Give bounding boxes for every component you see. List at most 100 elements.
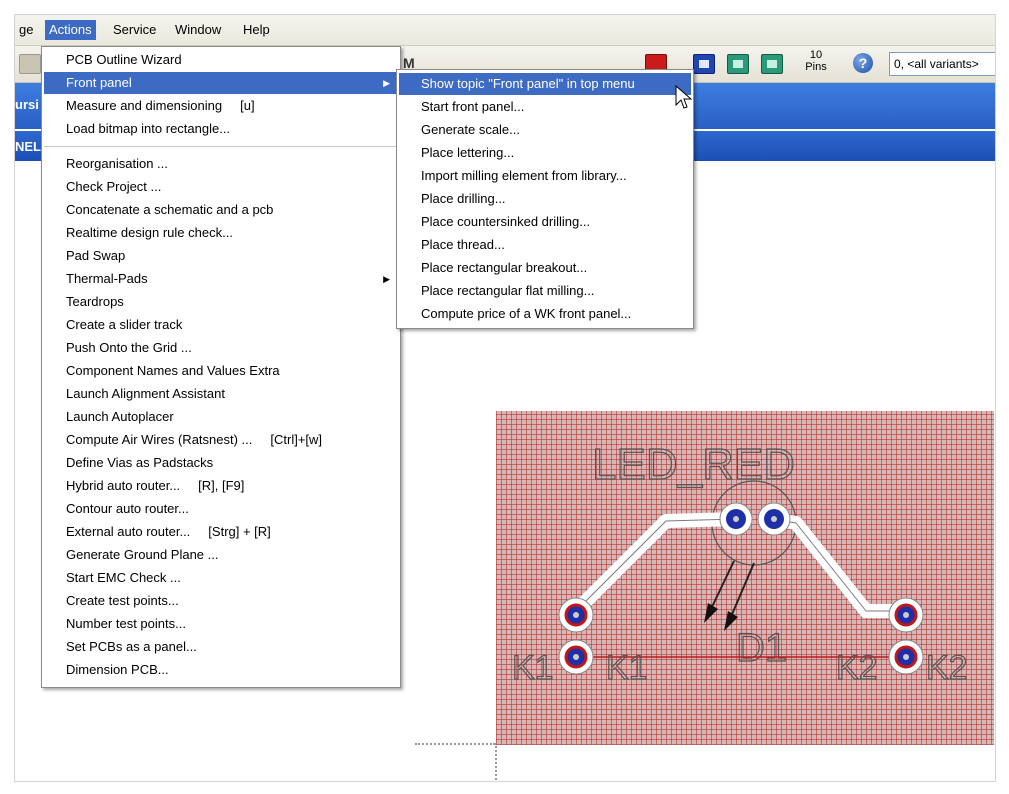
front-panel-menu-item[interactable]: Start front panel... — [399, 96, 691, 118]
blue-layer-icon[interactable] — [693, 54, 715, 74]
right-silk-label-2: K2 — [926, 649, 968, 687]
actions-menu-item[interactable]: Reorganisation ... — [44, 153, 398, 175]
actions-menu-item[interactable]: Define Vias as Padstacks — [44, 452, 398, 474]
menu-item-label: Concatenate a schematic and a pcb — [66, 202, 274, 217]
menu-item-label: Launch Alignment Assistant — [66, 386, 225, 401]
menu-item-label: Component Names and Values Extra — [66, 363, 280, 378]
actions-menu-item[interactable]: Launch Alignment Assistant — [44, 383, 398, 405]
menu-item-shortcut: [u] — [240, 98, 255, 113]
menu-item-label: Front panel — [66, 75, 132, 90]
actions-menu: PCB Outline Wizard Front panel ▶ Measure an… — [41, 46, 401, 688]
pcb-board[interactable]: LED_RED D1 K1 K1 K2 K2 — [496, 411, 994, 745]
menu-ge[interactable]: ge — [15, 20, 37, 40]
menu-item-label: Hybrid auto router... — [66, 478, 181, 493]
menu-item-shortcut: [Strg] + [R] — [208, 524, 271, 539]
actions-menu-item[interactable]: Contour auto router... — [44, 498, 398, 520]
pad-left-2[interactable] — [558, 639, 594, 675]
component-value-label: LED_RED — [592, 440, 795, 489]
actions-menu-item[interactable]: Front panel ▶ — [44, 72, 398, 94]
actions-menu-item[interactable]: Create test points... — [44, 590, 398, 612]
actions-menu-item[interactable]: Component Names and Values Extra — [44, 360, 398, 382]
front-panel-submenu: Show topic "Front panel" in top menu Star… — [396, 69, 694, 329]
front-panel-menu-item[interactable]: Place rectangular flat milling... — [399, 280, 691, 302]
actions-menu-item[interactable]: Launch Autoplacer — [44, 406, 398, 428]
actions-menu-item[interactable]: Start EMC Check ... — [44, 567, 398, 589]
menu-item-shortcut: [Ctrl]+[w] — [270, 432, 323, 447]
menu-window[interactable]: Window — [171, 20, 225, 40]
front-panel-menu-item[interactable]: Import milling element from library... — [399, 165, 691, 187]
menu-item-label: Measure and dimensioning — [66, 98, 223, 113]
green-layer-icon-2[interactable] — [761, 54, 783, 74]
pad-led-1[interactable] — [719, 502, 753, 536]
menu-actions[interactable]: Actions — [45, 20, 96, 40]
pins-label: Pins — [805, 61, 827, 73]
actions-menu-item[interactable]: Create a slider track — [44, 314, 398, 336]
actions-menu-item[interactable]: Concatenate a schematic and a pcb — [44, 199, 398, 221]
actions-menu-item[interactable]: Measure and dimensioning [u] — [44, 95, 398, 117]
pad-led-2[interactable] — [757, 502, 791, 536]
menu-item-label: Contour auto router... — [66, 501, 189, 516]
menu-separator — [44, 146, 398, 147]
menu-item-label: Generate Ground Plane ... — [66, 547, 219, 562]
title-bar-text: ursi — [15, 97, 39, 112]
menu-item-label: Realtime design rule check... — [66, 225, 233, 240]
front-panel-menu-item[interactable]: Compute price of a WK front panel... — [399, 303, 691, 325]
toolbar-icon-left[interactable] — [19, 54, 41, 74]
actions-menu-item[interactable]: Thermal-Pads ▶ — [44, 268, 398, 290]
front-panel-menu-item[interactable]: Place drilling... — [399, 188, 691, 210]
actions-menu-item[interactable]: Check Project ... — [44, 176, 398, 198]
menu-bar: ge Actions Service Window Help — [15, 15, 995, 46]
menu-item-label: Set PCBs as a panel... — [66, 639, 197, 654]
origin-line-horizontal — [415, 743, 495, 745]
pad-left-1[interactable] — [558, 597, 594, 633]
front-panel-menu-item[interactable]: Show topic "Front panel" in top menu — [399, 73, 691, 95]
front-panel-menu-item[interactable]: Generate scale... — [399, 119, 691, 141]
front-panel-menu-item[interactable]: Place countersinked drilling... — [399, 211, 691, 233]
actions-menu-item[interactable]: Set PCBs as a panel... — [44, 636, 398, 658]
menu-help[interactable]: Help — [239, 20, 274, 40]
menu-item-label: External auto router... — [66, 524, 191, 539]
menu-item-label: Start EMC Check ... — [66, 570, 181, 585]
track-right[interactable] — [770, 512, 906, 618]
menu-item-label: Thermal-Pads — [66, 271, 148, 286]
right-silk-label-1: K2 — [836, 649, 878, 687]
menu-item-label: Create a slider track — [66, 317, 183, 332]
menu-item-label: Teardrops — [66, 294, 124, 309]
front-panel-menu-item[interactable]: Place thread... — [399, 234, 691, 256]
actions-menu-item[interactable]: Pad Swap — [44, 245, 398, 267]
front-panel-menu-item[interactable]: Place rectangular breakout... — [399, 257, 691, 279]
pad-right-1[interactable] — [888, 597, 924, 633]
menu-item-label: Launch Autoplacer — [66, 409, 174, 424]
front-panel-menu-item[interactable]: Place lettering... — [399, 142, 691, 164]
actions-menu-item[interactable]: Load bitmap into rectangle... — [44, 118, 398, 140]
track-left[interactable] — [571, 512, 737, 616]
actions-menu-item[interactable]: Realtime design rule check... — [44, 222, 398, 244]
actions-menu-item[interactable]: Push Onto the Grid ... — [44, 337, 398, 359]
menu-item-label: Reorganisation ... — [66, 156, 168, 171]
menu-item-label: Pad Swap — [66, 248, 126, 263]
variant-select[interactable]: 0, <all variants> — [889, 52, 995, 76]
green-layer-icon-1[interactable] — [727, 54, 749, 74]
menu-item-label: Number test points... — [66, 616, 186, 631]
menu-item-label: Create test points... — [66, 593, 179, 608]
menu-item-label: Check Project ... — [66, 179, 162, 194]
help-icon[interactable]: ? — [853, 53, 873, 73]
pins-count: 10 — [809, 49, 823, 61]
submenu-arrow-icon: ▶ — [383, 274, 390, 284]
menu-service[interactable]: Service — [109, 20, 160, 40]
actions-menu-item[interactable]: Hybrid auto router... [R], [F9] — [44, 475, 398, 497]
actions-menu-item[interactable]: Compute Air Wires (Ratsnest) ... [Ctrl]+[… — [44, 429, 398, 451]
origin-line-vertical — [495, 743, 497, 781]
actions-menu-item[interactable]: PCB Outline Wizard — [44, 49, 398, 71]
actions-menu-item[interactable]: Teardrops — [44, 291, 398, 313]
led-arrow-2 — [729, 562, 755, 620]
mouse-cursor-icon — [675, 85, 693, 109]
actions-menu-item[interactable]: Number test points... — [44, 613, 398, 635]
actions-menu-item[interactable]: Dimension PCB... — [44, 659, 398, 681]
actions-menu-item[interactable]: Generate Ground Plane ... — [44, 544, 398, 566]
pad-right-2[interactable] — [888, 639, 924, 675]
component-name-label: D1 — [736, 626, 787, 670]
actions-menu-item[interactable]: External auto router... [Strg] + [R] — [44, 521, 398, 543]
submenu-arrow-icon: ▶ — [383, 78, 390, 88]
left-silk-label-1: K1 — [512, 649, 554, 687]
